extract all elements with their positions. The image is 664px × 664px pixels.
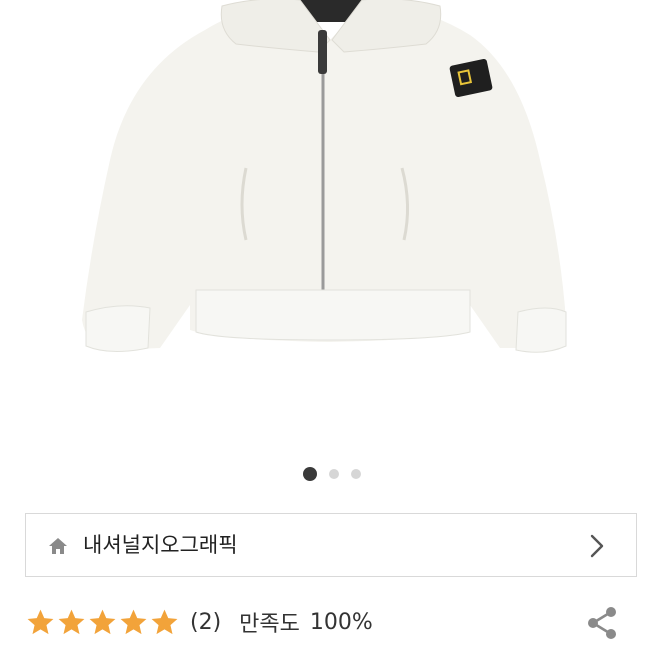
chevron-right-icon bbox=[590, 534, 604, 558]
pager-dot-3[interactable] bbox=[351, 469, 361, 479]
star-rating bbox=[25, 607, 180, 638]
star-icon bbox=[58, 609, 85, 634]
satisfaction-value: 100% bbox=[309, 609, 373, 635]
star-icon bbox=[89, 609, 116, 634]
store-link[interactable]: 내셔널지오그래픽 bbox=[25, 513, 637, 577]
star-icon bbox=[151, 609, 178, 634]
image-pager[interactable] bbox=[0, 467, 664, 481]
star-icon bbox=[120, 609, 147, 634]
product-image[interactable] bbox=[0, 0, 664, 450]
rating-row: (2) 만족도 100% bbox=[25, 602, 373, 642]
satisfaction-label: 만족도 bbox=[239, 612, 300, 637]
share-icon[interactable] bbox=[584, 604, 620, 642]
pager-dot-1[interactable] bbox=[303, 467, 317, 481]
jacket-image bbox=[82, 0, 567, 353]
pager-dot-2[interactable] bbox=[329, 469, 339, 479]
review-count[interactable]: (2) bbox=[190, 610, 221, 635]
home-icon bbox=[49, 538, 67, 554]
star-icon bbox=[27, 609, 54, 634]
store-name: 내셔널지오그래픽 bbox=[83, 533, 238, 557]
